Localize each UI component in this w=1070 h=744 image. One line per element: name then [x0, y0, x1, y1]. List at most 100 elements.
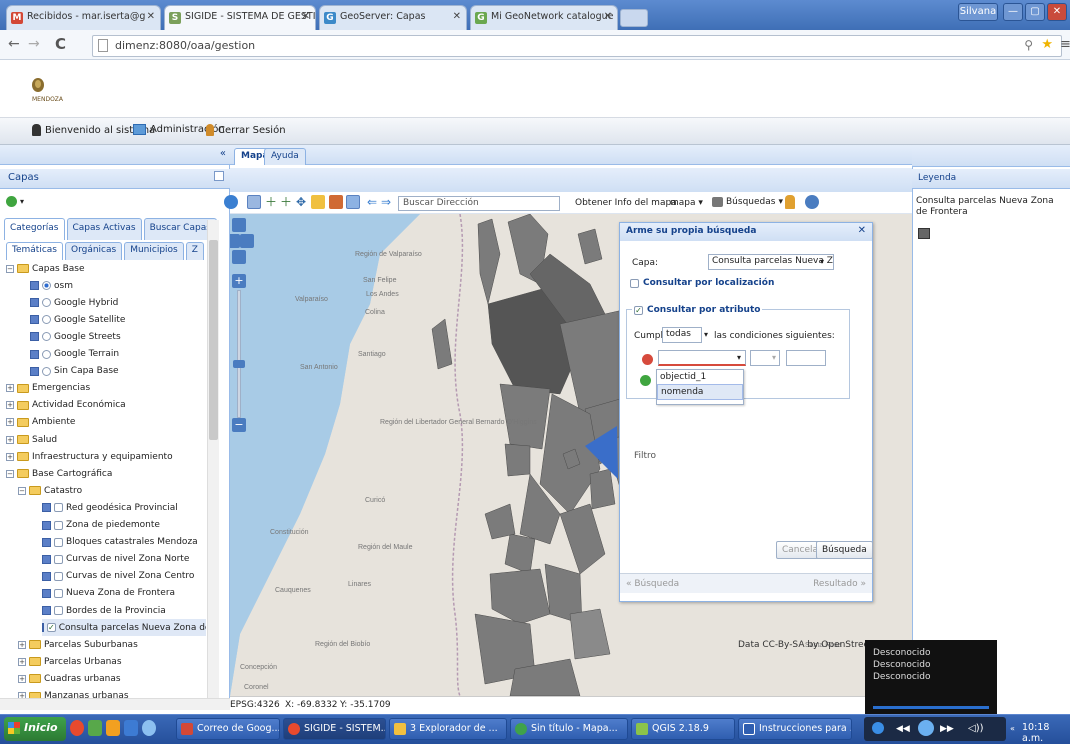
close-tab-icon[interactable]: ✕ — [302, 11, 310, 22]
taskbar-item-mapa[interactable]: Sin título - Mapa... — [510, 718, 628, 740]
tree-node[interactable]: osm — [30, 277, 73, 294]
tree-node[interactable]: + Infraestructura y equipamiento — [6, 448, 173, 465]
maximize-window-button[interactable]: ▢ — [1025, 3, 1045, 21]
tab-organicas[interactable]: Orgánicas — [64, 242, 123, 260]
tree-node[interactable]: Google Streets — [30, 328, 121, 345]
layer-tree-scrollbar[interactable] — [207, 220, 219, 700]
quicklaunch-icon[interactable] — [88, 720, 102, 736]
radio-button[interactable] — [42, 332, 51, 342]
taskbar-item-explorador[interactable]: 3 Explorador de ... — [389, 718, 507, 740]
tab-capas-activas[interactable]: Capas Activas — [66, 218, 142, 240]
quicklaunch-icon[interactable] — [142, 720, 156, 736]
chevron-down-icon[interactable]: ▾ — [704, 330, 708, 339]
tree-node[interactable]: Google Hybrid — [30, 294, 118, 311]
tab-z[interactable]: Z — [185, 242, 204, 260]
quicklaunch-icon[interactable] — [124, 720, 138, 736]
measure-icon[interactable] — [311, 195, 325, 209]
search-icon[interactable]: ⚲ — [1024, 38, 1033, 52]
close-tab-icon[interactable]: ✕ — [147, 11, 155, 22]
address-search-input[interactable]: Buscar Dirección — [398, 196, 560, 211]
zoom-in-icon[interactable]: ＋ — [265, 195, 279, 209]
layer-checkbox[interactable] — [54, 503, 63, 513]
tree-node[interactable]: − Catastro — [18, 482, 82, 499]
by-location-checkbox[interactable] — [630, 278, 639, 288]
by-attribute-checkbox[interactable]: ✓ — [634, 305, 643, 315]
media-progress-bar[interactable] — [873, 706, 989, 709]
close-tab-icon[interactable]: ✕ — [604, 11, 612, 22]
close-tab-icon[interactable]: ✕ — [453, 11, 461, 22]
tree-node[interactable]: − Capas Base — [6, 260, 85, 277]
expand-toggle-icon[interactable]: + — [6, 418, 14, 427]
forward-icon[interactable]: → — [28, 36, 40, 52]
minimize-window-button[interactable]: — — [1003, 3, 1023, 21]
tray-expand-icon[interactable]: « — [1010, 724, 1015, 733]
pan-right-icon[interactable] — [240, 234, 254, 248]
pan-up-icon[interactable] — [232, 218, 246, 232]
tree-node[interactable]: ✓Consulta parcelas Nueva Zona de Fron — [42, 619, 206, 637]
value-input[interactable] — [786, 350, 826, 366]
pan-down-icon[interactable] — [232, 250, 246, 264]
previous-extent-icon[interactable]: ⇐ — [367, 195, 381, 209]
tab-ayuda[interactable]: Ayuda — [264, 148, 306, 165]
media-icon[interactable] — [872, 722, 884, 734]
radio-button[interactable] — [42, 281, 51, 291]
start-button[interactable]: Inicio — [4, 717, 66, 741]
taskbar-item-sigide[interactable]: SIGIDE - SISTEM... — [283, 718, 386, 740]
by-attribute-legend[interactable]: ✓ Consultar por atributo — [632, 305, 763, 315]
person-icon[interactable] — [785, 195, 795, 209]
browser-tab-sigide[interactable]: S SIGIDE - SISTEMA DE GESTI ✕ — [164, 5, 316, 30]
menu-logout[interactable]: Cerrar Sesión — [206, 124, 286, 136]
attribute-combo[interactable] — [658, 350, 746, 366]
tree-node[interactable]: Curvas de nivel Zona Norte — [42, 551, 189, 568]
address-bar[interactable]: dimenz:8080/oaa/gestion ⚲ ★ — [92, 35, 1062, 57]
volume-icon[interactable]: ◁)) — [968, 723, 984, 734]
expand-toggle-icon[interactable]: + — [18, 640, 26, 649]
tree-node[interactable]: Bordes de la Provincia — [42, 602, 166, 619]
radio-button[interactable] — [42, 349, 51, 359]
radio-button[interactable] — [42, 315, 51, 325]
zoom-in-button[interactable]: + — [232, 274, 246, 288]
scrollbar-thumb[interactable] — [209, 240, 218, 440]
pan-icon[interactable]: ✥ — [296, 195, 310, 209]
layer-checkbox[interactable]: ✓ — [47, 623, 56, 633]
expand-toggle-icon[interactable]: − — [6, 264, 14, 273]
tree-node[interactable]: Google Terrain — [30, 346, 119, 363]
taskbar-item-correo[interactable]: Correo de Goog... — [176, 718, 280, 740]
tree-node[interactable]: + Cuadras urbanas — [18, 670, 121, 687]
add-condition-icon[interactable] — [640, 375, 651, 386]
back-icon[interactable]: ← — [8, 36, 20, 52]
tree-node[interactable]: Nueva Zona de Frontera — [42, 585, 175, 602]
pan-left-icon[interactable] — [230, 234, 240, 248]
taskbar-item-qgis[interactable]: QGIS 2.18.9 — [631, 718, 735, 740]
folder-quicklaunch-icon[interactable] — [106, 720, 120, 736]
previous-track-icon[interactable]: ◀◀ — [896, 724, 910, 734]
expand-toggle-icon[interactable]: − — [6, 469, 14, 478]
zoom-out-icon[interactable]: ＋ — [280, 195, 294, 209]
browser-tab-geoserver[interactable]: G GeoServer: Capas ✕ — [319, 5, 467, 30]
tree-node[interactable]: Sin Capa Base — [30, 363, 119, 380]
chevron-down-icon[interactable]: ▾ — [772, 353, 776, 362]
close-dialog-icon[interactable]: ✕ — [858, 225, 866, 236]
zoom-out-button[interactable]: − — [232, 418, 246, 432]
add-layer-icon[interactable] — [6, 196, 17, 207]
prev-step-link[interactable]: « Búsqueda — [626, 579, 679, 589]
tree-node[interactable]: Red geodésica Provincial — [42, 499, 178, 516]
print-icon[interactable] — [346, 195, 360, 209]
layer-checkbox[interactable] — [54, 537, 63, 547]
tree-node[interactable]: + Salud — [6, 431, 57, 448]
remove-condition-icon[interactable] — [642, 354, 653, 365]
by-location-fieldset[interactable]: Consultar por localización — [630, 278, 774, 288]
minimize-panel-icon[interactable] — [214, 171, 224, 181]
tab-municipios[interactable]: Municipios — [124, 242, 184, 260]
chevron-down-icon[interactable]: ▾ — [737, 353, 741, 362]
collapse-icon[interactable]: « — [220, 148, 226, 159]
attribute-option[interactable]: objectid_1 — [657, 370, 743, 384]
add-layer-dropdown-icon[interactable]: ▾ — [20, 197, 24, 206]
select-icon[interactable] — [329, 195, 343, 209]
tab-categorias[interactable]: Categorías — [4, 218, 65, 240]
map-layer-dropdown[interactable]: mapa ▾ — [670, 198, 703, 208]
layer-checkbox[interactable] — [54, 571, 63, 581]
attribute-option[interactable]: nomenda — [657, 384, 743, 400]
close-window-button[interactable]: ✕ — [1047, 3, 1067, 21]
user-profile-button[interactable]: Silvana — [958, 3, 998, 21]
